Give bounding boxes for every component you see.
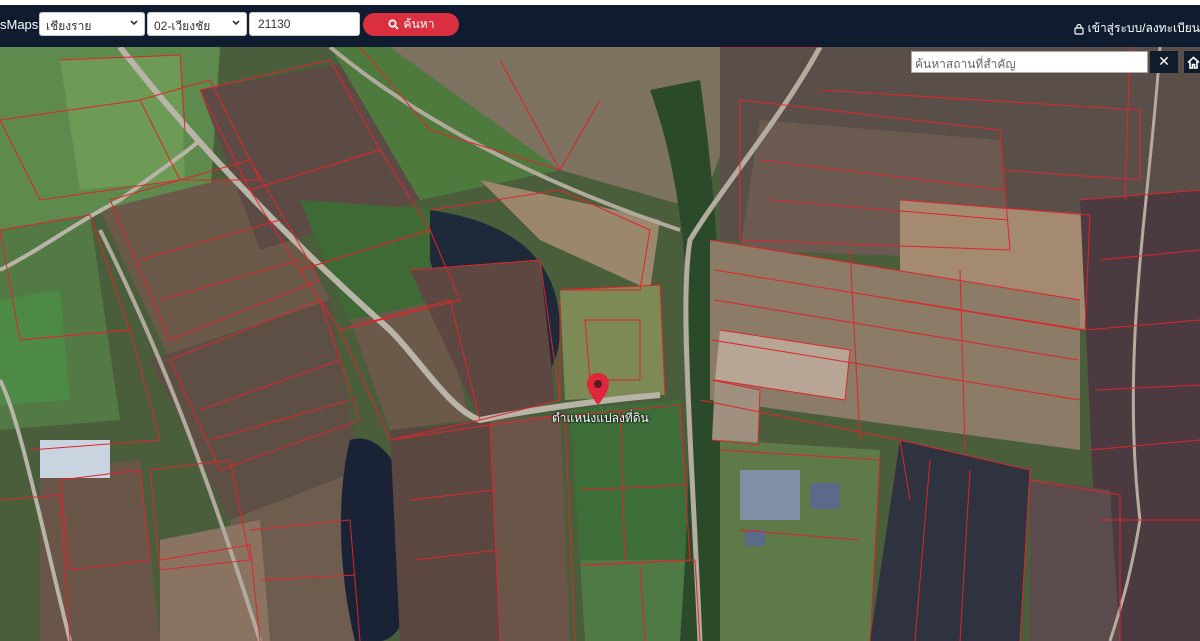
chevron-down-icon xyxy=(232,20,240,26)
district-select[interactable]: 02-เวียงชัย xyxy=(147,12,247,36)
province-select[interactable]: เชียงราย xyxy=(39,12,145,36)
clear-search-button[interactable]: ✕ xyxy=(1150,51,1178,73)
home-icon xyxy=(1187,55,1200,69)
lock-icon xyxy=(1074,23,1084,35)
postcode-input[interactable]: 21130 xyxy=(249,12,360,36)
province-select-value: เชียงราย xyxy=(46,19,92,33)
place-search-input[interactable]: ค้นหาสถานที่สำคัญ xyxy=(911,51,1148,73)
marker-label: ตำแหน่งแปลงที่ดิน xyxy=(552,411,649,425)
login-link[interactable]: เข้าสู่ระบบ/ลงทะเบียน xyxy=(1074,19,1200,38)
search-button[interactable]: ค้นหา xyxy=(363,13,459,36)
district-select-value: 02-เวียงชัย xyxy=(154,19,211,33)
brand-logo-text[interactable]: sMaps xyxy=(0,17,38,32)
home-button[interactable] xyxy=(1184,51,1200,73)
search-button-label: ค้นหา xyxy=(403,17,435,31)
map-pin-icon xyxy=(587,373,609,405)
place-search-placeholder: ค้นหาสถานที่สำคัญ xyxy=(915,57,1016,71)
search-icon xyxy=(387,19,399,30)
chevron-down-icon xyxy=(130,20,138,26)
map-marker-pin[interactable] xyxy=(585,372,611,406)
login-label: เข้าสู่ระบบ/ลงทะเบียน xyxy=(1087,21,1200,35)
map-canvas xyxy=(0,47,1200,641)
close-icon: ✕ xyxy=(1158,54,1170,70)
postcode-input-value: 21130 xyxy=(258,17,291,31)
satellite-map[interactable]: ตำแหน่งแปลงที่ดิน xyxy=(0,47,1200,641)
navbar: sMaps เชียงราย 02-เวียงชัย 21130 ค้นหา เ… xyxy=(0,5,1200,47)
